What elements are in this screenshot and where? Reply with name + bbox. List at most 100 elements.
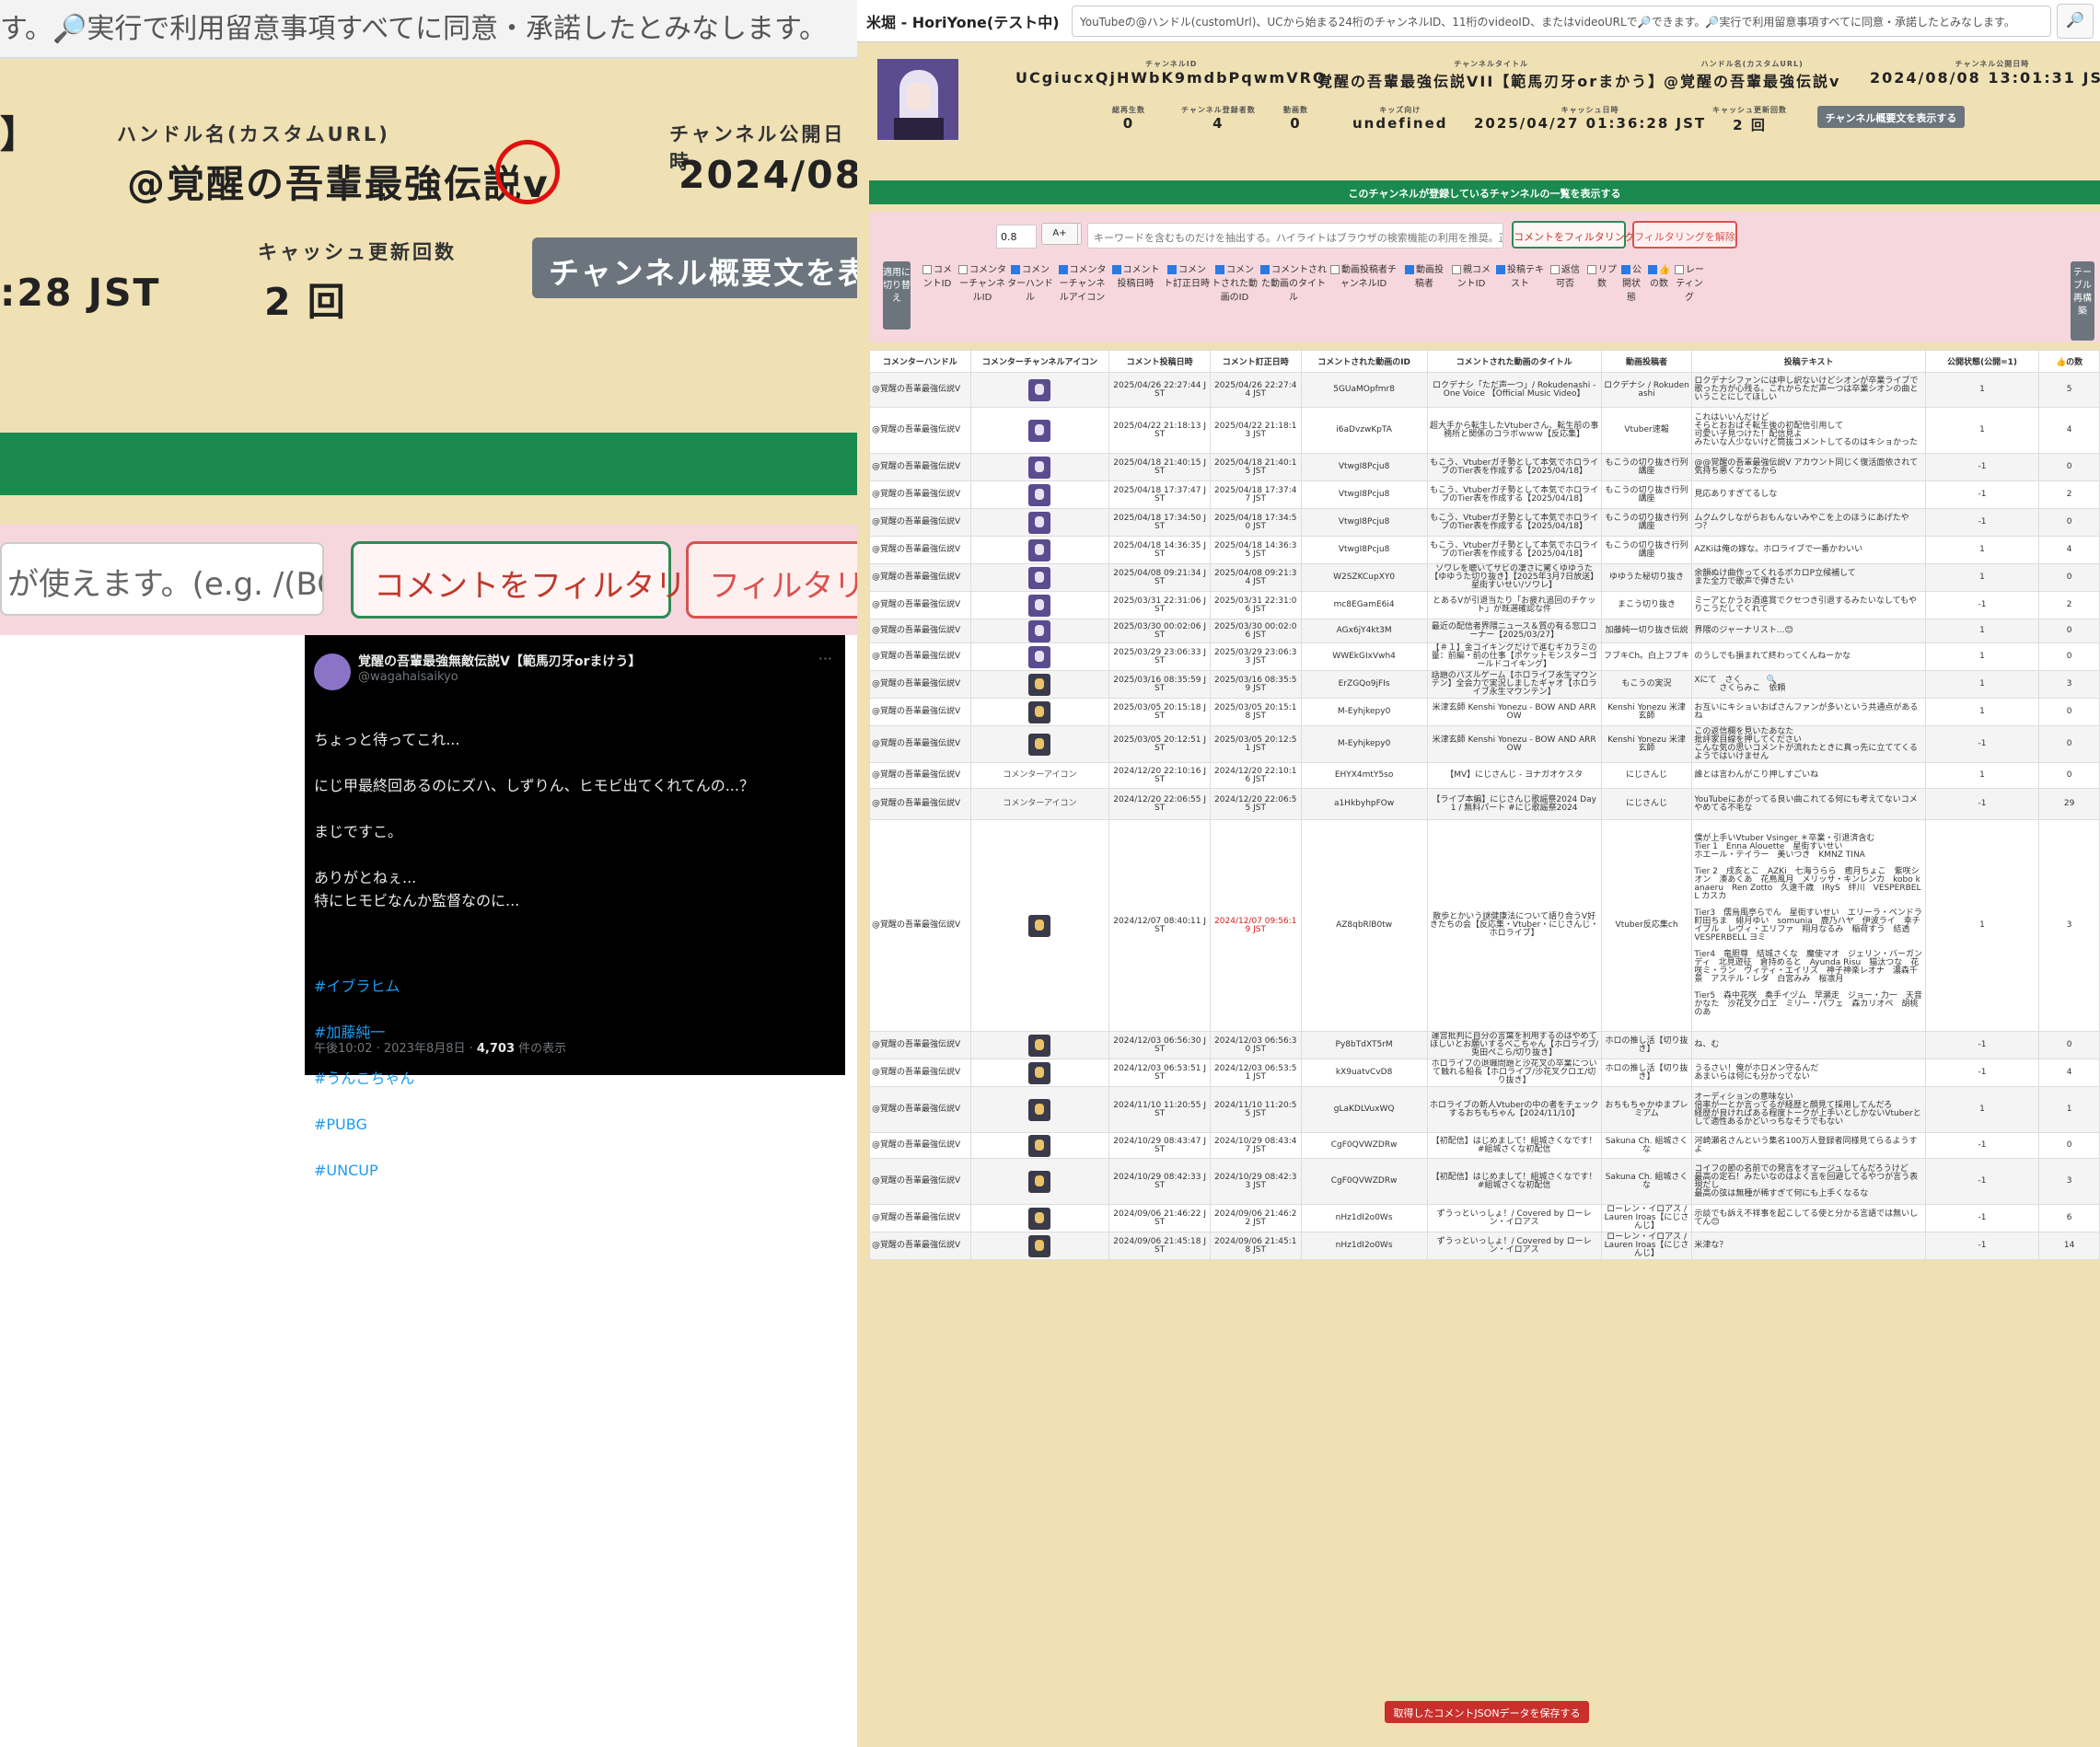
cell-vid[interactable]: AGx6jY4kt3M — [1300, 619, 1428, 643]
checkbox-checked-icon[interactable] — [1167, 265, 1177, 274]
zoom-unfilter-button[interactable]: フィルタリング — [686, 541, 857, 619]
commenter-avatar-icon[interactable] — [1028, 1170, 1051, 1193]
zoom-in-button[interactable]: A+ — [1041, 223, 1078, 245]
cell-vid[interactable]: i6aDvzwKpTA — [1300, 407, 1428, 454]
column-header[interactable]: コメンターハンドル — [869, 350, 971, 373]
cell-title[interactable]: ホロライブの退職問題と沙花叉の卒業について触れる船長【ホロライブ/沙花叉クロエ/… — [1426, 1059, 1602, 1087]
checkbox-unchecked-icon[interactable] — [958, 265, 968, 274]
filter-comments-button[interactable]: コメントをフィルタリング — [1512, 221, 1635, 249]
column-checkbox[interactable]: コメントされた動画のID — [1212, 263, 1258, 305]
commenter-avatar-icon[interactable] — [1028, 1134, 1051, 1157]
column-checkbox[interactable]: 動画投稿者チャンネルID — [1328, 263, 1399, 291]
commenter-avatar-icon[interactable] — [1028, 619, 1051, 642]
more-icon[interactable]: ··· — [818, 650, 832, 667]
column-checkbox[interactable]: コメンターチャンネルID — [958, 263, 1006, 305]
column-header[interactable]: コメント訂正日時 — [1209, 350, 1302, 373]
cell-vid[interactable]: a1HkbyhpFOw — [1300, 788, 1428, 820]
search-input[interactable]: YouTubeの@ハンドル(customUrl)、UCから始まる24桁のチャンネ… — [1072, 6, 2051, 37]
apply-toggle-button[interactable]: 適用に切り替え — [883, 261, 911, 330]
cell-title[interactable]: ソワレを聴いてサビの凄さに驚くゆゆうた【ゆゆうた切り抜き】【2025年3月7日放… — [1426, 563, 1602, 592]
cell-title[interactable]: もこう、Vtuberガチ勢として本気でホロライブのTier表を作成する【2025… — [1426, 536, 1602, 564]
column-header[interactable]: コメント投稿日時 — [1108, 350, 1211, 373]
cell-vid[interactable]: VtwgI8Pcju8 — [1300, 508, 1428, 537]
column-checkbox[interactable]: コメントされた動画のタイトル — [1260, 263, 1327, 305]
cell-title[interactable]: もこう、Vtuberガチ勢として本気でホロライブのTier表を作成する【2025… — [1426, 508, 1602, 537]
cell-title[interactable]: 米津玄師 Kenshi Yonezu - BOW AND ARROW — [1426, 725, 1602, 763]
cell-vid[interactable]: ErZGQo9jFIs — [1300, 670, 1428, 699]
column-checkbox[interactable]: 👍の数 — [1645, 263, 1673, 291]
save-json-button[interactable]: 取得したコメントJSONデータを保存する — [1385, 1701, 1589, 1723]
cell-title[interactable]: 話題のパズルゲーム【ホロライブ永生マウンテン】全会力で実況しましたギャオ【ホロラ… — [1426, 670, 1602, 699]
checkbox-checked-icon[interactable] — [1405, 265, 1414, 274]
cell-title[interactable]: 超大手から転生したVtuberさん、転生前の事務所と関係のコラボｗｗｗ【反応集】 — [1426, 407, 1602, 454]
cell-title[interactable]: ホロライブの新人Vtuberの中の者をチェックするおちもちゃん【2024/11/… — [1426, 1086, 1602, 1133]
checkbox-unchecked-icon[interactable] — [1452, 265, 1461, 274]
cell-title[interactable]: 最近の配信者界隈ニュース＆質の有る窓口コーナー【2025/03/27】 — [1426, 619, 1602, 643]
checkbox-unchecked-icon[interactable] — [1550, 265, 1560, 274]
commenter-avatar-icon[interactable] — [1028, 456, 1051, 479]
cell-title[interactable]: とあるVが引退当たり「お疲れ追回のチケット」が既選確認な件 — [1426, 591, 1602, 619]
column-checkbox[interactable]: コメンターチャンネルアイコン — [1056, 263, 1108, 305]
cell-title[interactable]: 【初配信】はじめまして！組城さくなです！ #組城さくな初配信 — [1426, 1132, 1602, 1159]
cell-title[interactable]: 【＃１】金コイキングだけで進むギカラミの量：前編・前の仕事【ポケットモンスターゴ… — [1426, 642, 1602, 671]
keyword-filter-input[interactable]: キーワードを含むものだけを抽出する。ハイライトはブラウザの検索機能の利用を推奨。… — [1087, 223, 1503, 249]
checkbox-checked-icon[interactable] — [1621, 265, 1630, 274]
cell-title[interactable]: 米津玄師 Kenshi Yonezu - BOW AND ARROW — [1426, 698, 1602, 726]
clear-filter-button[interactable]: フィルタリングを解除 — [1632, 221, 1737, 249]
tweet-avatar[interactable] — [314, 654, 351, 690]
show-description-button[interactable]: チャンネル概要文を表示する — [1817, 106, 1965, 128]
cell-vid[interactable]: CgF0QVWZDRw — [1300, 1132, 1428, 1159]
rebuild-table-button[interactable]: テーブル再構築 — [2071, 261, 2094, 341]
column-header[interactable]: 投稿テキスト — [1691, 350, 1926, 373]
checkbox-checked-icon[interactable] — [1011, 265, 1020, 274]
column-checkbox[interactable]: コメント投稿日時 — [1110, 263, 1161, 291]
checkbox-checked-icon[interactable] — [1496, 265, 1505, 274]
cell-vid[interactable]: gLaKDLVuxWQ — [1300, 1086, 1428, 1133]
cell-vid[interactable]: nHz1dI2o0Ws — [1300, 1232, 1428, 1260]
tweet-author-handle[interactable]: @wagahaisaikyo — [358, 670, 458, 684]
cell-vid[interactable]: mc8EGamE6i4 — [1300, 591, 1428, 619]
column-checkbox[interactable]: コメンターハンドル — [1007, 263, 1053, 305]
cell-vid[interactable]: kX9uatvCvD8 — [1300, 1059, 1428, 1087]
hashtag[interactable]: #イブラヒム — [314, 975, 830, 998]
hashtag[interactable]: #うんこちゃん — [314, 1067, 830, 1090]
column-checkbox[interactable]: 親コメントID — [1449, 263, 1493, 291]
column-header[interactable]: コメントされた動画のID — [1300, 350, 1428, 373]
column-checkbox[interactable]: レーティング — [1675, 263, 1704, 305]
checkbox-checked-icon[interactable] — [1215, 265, 1224, 274]
checkbox-checked-icon[interactable] — [1111, 265, 1121, 274]
column-header[interactable]: コメントされた動画のタイトル — [1426, 350, 1602, 373]
cell-vid[interactable]: EHYX4mtY5so — [1300, 762, 1428, 789]
cell-title[interactable]: ずうっといっしょ！/ Covered by ローレン・イロアス — [1426, 1204, 1602, 1232]
column-checkbox[interactable]: リプ数 — [1585, 263, 1619, 291]
column-checkbox[interactable]: 投稿テキスト — [1495, 263, 1545, 291]
column-header[interactable]: 👍の数 — [2038, 350, 2100, 373]
column-header[interactable]: 動画投稿者 — [1600, 350, 1693, 373]
cell-vid[interactable]: AZ8qbRlB0tw — [1300, 819, 1428, 1032]
cell-vid[interactable]: Py8bTdXT5rM — [1300, 1031, 1428, 1059]
commenter-avatar-icon[interactable] — [1028, 645, 1051, 668]
cell-title[interactable]: 散歩とかいう謎健康法について語り合うV好きたちの会【反応集・Vtuber・にじさ… — [1426, 819, 1602, 1032]
commenter-avatar-icon[interactable] — [1028, 914, 1051, 937]
commenter-avatar-icon[interactable] — [1028, 483, 1051, 506]
commenter-avatar-icon[interactable] — [1028, 594, 1051, 617]
subscriptions-toggle-bar[interactable]: このチャンネルが登録しているチャンネルの一覧を表示する — [869, 180, 2100, 204]
commenter-avatar-icon[interactable] — [1028, 538, 1051, 561]
checkbox-unchecked-icon[interactable] — [922, 265, 932, 274]
commenter-avatar-icon[interactable] — [1028, 1234, 1051, 1257]
column-checkbox[interactable]: 動画投稿者 — [1401, 263, 1447, 291]
cell-vid[interactable]: WWEkGIxVwh4 — [1300, 642, 1428, 671]
cell-vid[interactable]: M-Eyhjkepy0 — [1300, 698, 1428, 726]
cell-title[interactable]: 【ライブ本編】にじさんじ歌謡祭2024 Day1 / 無料パート #にじ歌謡祭2… — [1426, 788, 1602, 820]
search-icon[interactable]: 🔎 — [2057, 4, 2094, 39]
column-checkbox[interactable]: 返信可否 — [1547, 263, 1584, 291]
tweet-author-name[interactable]: 覚醒の吾輩最強無敵伝説V【範馬刃牙orまけう】 — [358, 652, 641, 670]
commenter-avatar-icon[interactable] — [1028, 700, 1051, 723]
commenter-avatar-icon[interactable] — [1028, 419, 1051, 442]
zoom-keyword-input[interactable]: が使えます。(e.g. /(BC| — [0, 542, 324, 616]
cell-title[interactable]: 【初配信】はじめまして！組城さくなです！ #組城さくな初配信 — [1426, 1158, 1602, 1205]
commenter-avatar-icon[interactable] — [1028, 566, 1051, 589]
checkbox-unchecked-icon[interactable] — [1587, 265, 1596, 274]
zoom-input[interactable]: 0.8 — [996, 225, 1037, 249]
cell-title[interactable]: もこう、Vtuberガチ勢として本気でホロライブのTier表を作成する【2025… — [1426, 453, 1602, 481]
